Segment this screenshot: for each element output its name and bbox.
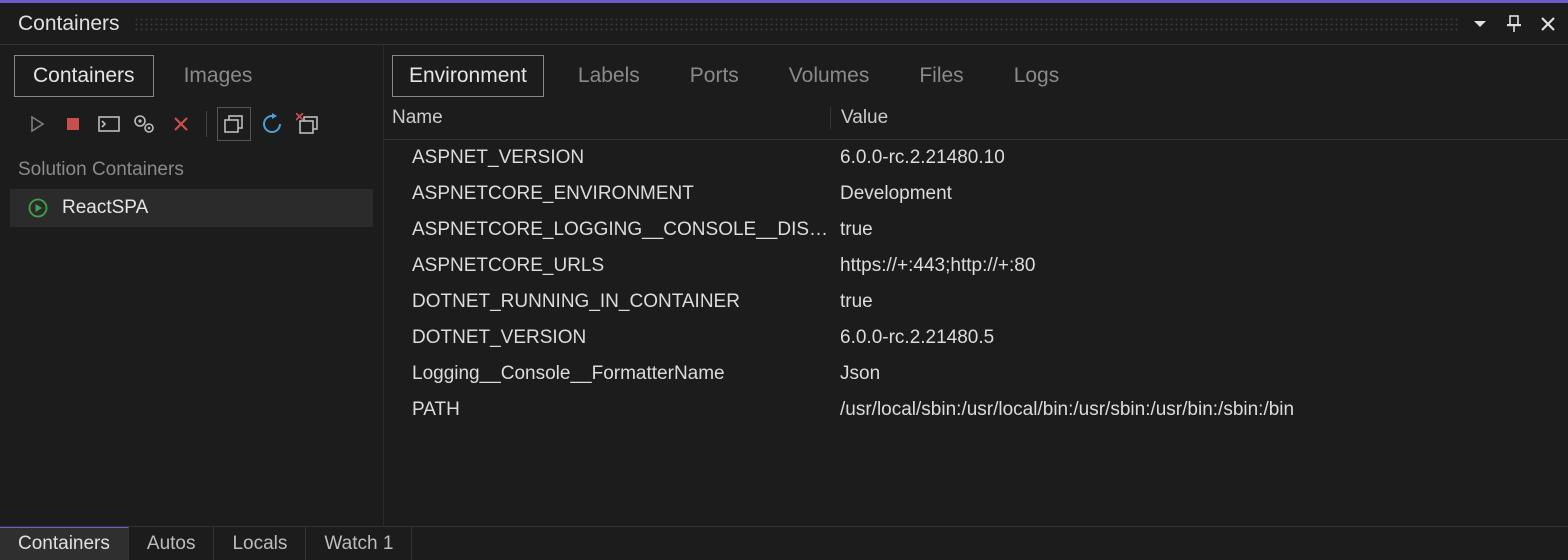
env-header-value[interactable]: Value	[830, 107, 1568, 129]
right-pane: Environment Labels Ports Volumes Files L…	[384, 45, 1568, 526]
play-icon[interactable]	[22, 109, 52, 139]
panel-grip[interactable]	[134, 17, 1460, 31]
env-var-value: 6.0.0-rc.2.21480.5	[830, 327, 1568, 349]
table-row[interactable]: ASPNETCORE_URLShttps://+:443;http://+:80	[384, 248, 1568, 284]
tab-volumes[interactable]: Volumes	[773, 56, 886, 96]
env-var-name: PATH	[412, 399, 830, 421]
bottom-tab-locals[interactable]: Locals	[214, 527, 306, 560]
left-tab-containers[interactable]: Containers	[14, 55, 154, 97]
gear-icon[interactable]	[130, 109, 160, 139]
tab-logs[interactable]: Logs	[998, 56, 1076, 96]
bottom-tab-containers[interactable]: Containers	[0, 527, 129, 560]
window-icon[interactable]	[217, 107, 251, 141]
delete-icon[interactable]	[166, 109, 196, 139]
env-var-name: DOTNET_VERSION	[412, 327, 830, 349]
panel-header: Containers	[0, 3, 1568, 45]
toolbar-separator	[206, 111, 207, 137]
container-item-label: ReactSPA	[62, 197, 148, 219]
running-icon	[28, 198, 48, 218]
env-var-name: ASPNETCORE_LOGGING__CONSOLE__DISA...	[412, 219, 830, 241]
table-row[interactable]: ASPNET_VERSION6.0.0-rc.2.21480.10	[384, 140, 1568, 176]
table-row[interactable]: ASPNETCORE_ENVIRONMENTDevelopment	[384, 176, 1568, 212]
remove-container-icon[interactable]	[293, 109, 323, 139]
env-var-value: https://+:443;http://+:80	[830, 255, 1568, 277]
env-var-name: DOTNET_RUNNING_IN_CONTAINER	[412, 291, 830, 313]
terminal-icon[interactable]	[94, 109, 124, 139]
left-tab-images[interactable]: Images	[166, 56, 271, 96]
refresh-icon[interactable]	[257, 109, 287, 139]
bottom-tab-watch1[interactable]: Watch 1	[306, 527, 412, 560]
table-row[interactable]: DOTNET_RUNNING_IN_CONTAINERtrue	[384, 284, 1568, 320]
env-var-name: ASPNETCORE_ENVIRONMENT	[412, 183, 830, 205]
env-var-value: /usr/local/sbin:/usr/local/bin:/usr/sbin…	[830, 399, 1568, 421]
env-var-value: Json	[830, 363, 1568, 385]
stop-icon[interactable]	[58, 109, 88, 139]
tab-environment[interactable]: Environment	[392, 55, 544, 97]
env-var-value: Development	[830, 183, 1568, 205]
env-table-header: Name Value	[384, 97, 1568, 140]
env-var-value: true	[830, 291, 1568, 313]
container-item-reactspa[interactable]: ReactSPA	[10, 189, 373, 227]
table-row[interactable]: DOTNET_VERSION6.0.0-rc.2.21480.5	[384, 320, 1568, 356]
bottom-tab-autos[interactable]: Autos	[129, 527, 215, 560]
env-var-name: Logging__Console__FormatterName	[412, 363, 830, 385]
table-row[interactable]: PATH/usr/local/sbin:/usr/local/bin:/usr/…	[384, 392, 1568, 428]
sidebar-section-label: Solution Containers	[0, 149, 383, 187]
table-row[interactable]: ASPNETCORE_LOGGING__CONSOLE__DISA...true	[384, 212, 1568, 248]
table-row[interactable]: Logging__Console__FormatterNameJson	[384, 356, 1568, 392]
env-table-body: ASPNET_VERSION6.0.0-rc.2.21480.10ASPNETC…	[384, 140, 1568, 526]
bottom-tab-strip: Containers Autos Locals Watch 1	[0, 526, 1568, 560]
env-header-name[interactable]: Name	[392, 107, 830, 129]
pin-icon[interactable]	[1502, 12, 1526, 36]
close-icon[interactable]	[1536, 12, 1560, 36]
panel-title: Containers	[18, 12, 120, 36]
dropdown-arrow-icon[interactable]	[1468, 12, 1492, 36]
env-var-value: 6.0.0-rc.2.21480.10	[830, 147, 1568, 169]
tab-ports[interactable]: Ports	[674, 56, 755, 96]
left-pane: Containers Images	[0, 45, 384, 526]
env-var-name: ASPNET_VERSION	[412, 147, 830, 169]
tab-labels[interactable]: Labels	[562, 56, 656, 96]
env-var-name: ASPNETCORE_URLS	[412, 255, 830, 277]
container-toolbar	[0, 97, 383, 149]
tab-files[interactable]: Files	[903, 56, 979, 96]
env-var-value: true	[830, 219, 1568, 241]
